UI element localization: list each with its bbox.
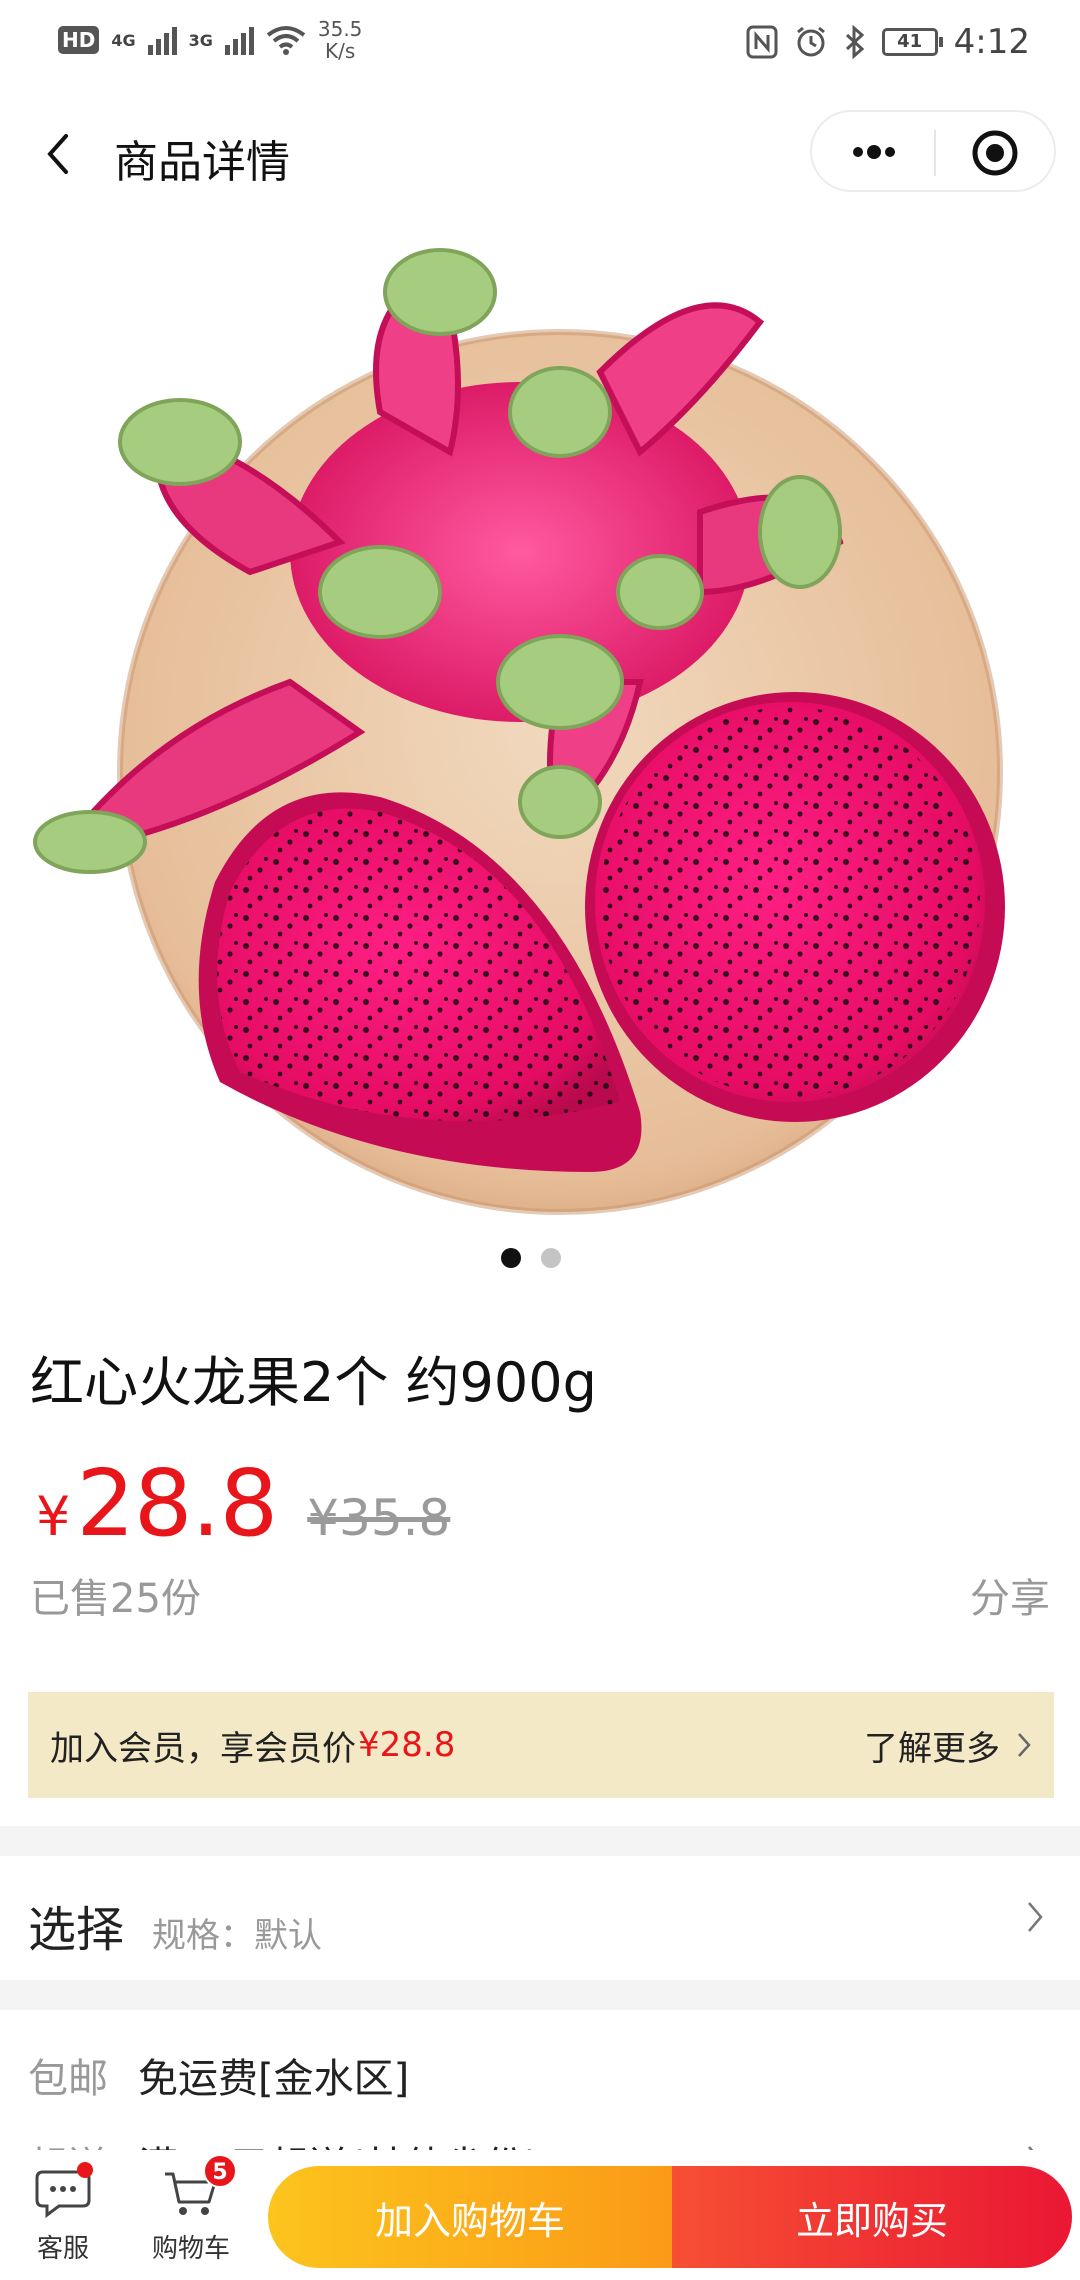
share-button[interactable]: 分享 [970,1566,1050,1624]
cart-count-badge: 5 [203,2154,237,2188]
shopping-cart-icon: 5 [163,2154,237,2218]
shipping-value: 免运费[金水区] [138,2056,410,2102]
status-left: HD 4G 3G 35.5 K/s [58,18,362,62]
network-3g-label: 3G [188,30,213,50]
member-price: ¥28.8 [358,1725,456,1765]
clock: 4:12 [953,22,1030,62]
chevron-left-icon[interactable] [38,126,78,182]
learn-more-label: 了解更多 [864,1728,1000,1769]
mini-program-capsule [810,110,1056,192]
currency-symbol: ¥ [36,1485,71,1548]
spec-select-row[interactable]: 选择 规格：默认 [0,1856,1080,1980]
network-speed: 35.5 K/s [318,18,363,62]
chat-bubble-icon [35,2162,93,2218]
select-label: 选择 [28,1902,125,1958]
shipping-row: 包邮 免运费[金水区] [0,2030,1080,2120]
carousel-dot-1[interactable] [501,1248,521,1268]
customer-service-button[interactable]: 客服 [8,2162,118,2265]
network-4g-label: 4G [111,30,136,50]
cart-label: 购物车 [151,2234,230,2264]
carousel-dot-2[interactable] [541,1248,561,1268]
hd-badge: HD [58,26,100,54]
current-price: 28.8 [76,1450,278,1557]
page-title: 商品详情 [114,137,290,188]
more-dots-icon[interactable] [844,132,904,172]
status-right: 41 4:12 [746,22,1030,62]
product-image-carousel[interactable] [0,212,1080,1262]
signal-icon-2 [224,25,254,55]
spec-value: 规格：默认 [152,1916,322,1956]
bottom-action-bar: 客服 5 购物车 加入购物车 立即购买 [0,2150,1080,2280]
chevron-right-icon [1028,1902,1043,1932]
speed-unit: K/s [325,39,356,63]
section-divider [0,1826,1080,1856]
status-bar: HD 4G 3G 35.5 K/s 41 4:12 [0,0,1080,92]
carousel-indicator [0,1248,1080,1268]
nav-bar: 商品详情 [0,92,1080,212]
battery-icon: 41 [881,28,943,56]
member-banner[interactable]: 加入会员，享会员价 ¥28.8 了解更多 [28,1692,1054,1798]
product-photo [33,248,1005,1215]
alarm-icon [796,26,825,57]
wifi-icon [266,26,306,55]
member-text: 加入会员，享会员价 [50,1728,356,1769]
notification-dot [77,2162,93,2178]
buy-now-button[interactable]: 立即购买 [672,2166,1072,2268]
service-label: 客服 [36,2234,89,2264]
original-price: ¥35.8 [307,1489,451,1547]
product-title: 红心火龙果2个 约900g [30,1351,597,1414]
learn-more-link[interactable]: 了解更多 [864,1721,1032,1770]
sold-count: 已售25份 [30,1576,201,1622]
chevron-right-icon [1018,1733,1031,1757]
shipping-label: 包邮 [28,2056,108,2102]
bluetooth-icon [845,25,864,59]
target-icon[interactable] [970,128,1020,178]
add-to-cart-button[interactable]: 加入购物车 [268,2166,672,2268]
speed-value: 35.5 [317,17,363,41]
price-row: ¥ 28.8 ¥35.8 [36,1450,450,1557]
signal-icon [147,25,177,55]
nfc-icon [746,25,778,59]
cart-button[interactable]: 5 购物车 [136,2154,246,2265]
capsule-divider [934,130,936,176]
section-divider-2 [0,1980,1080,2010]
